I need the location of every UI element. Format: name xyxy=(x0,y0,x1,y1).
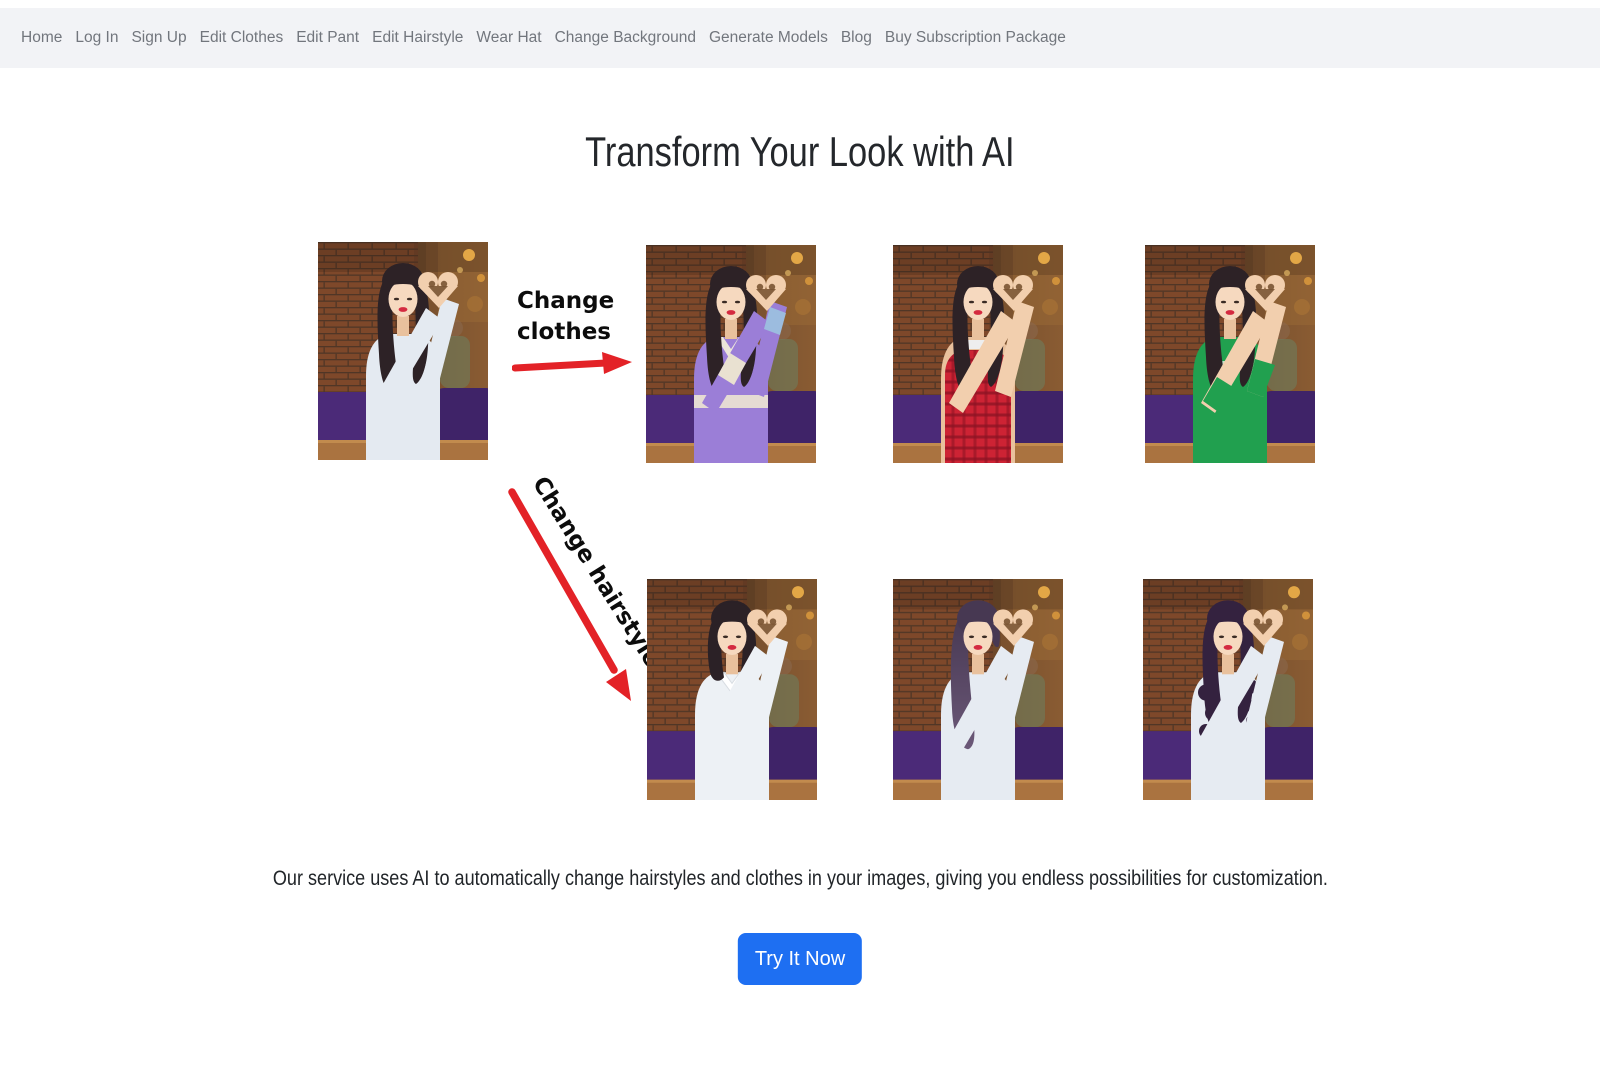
page-title-text: Transform Your Look with AI xyxy=(585,128,1014,176)
nav-item-edit-pant[interactable]: Edit Pant xyxy=(296,30,359,46)
try-it-now-button[interactable]: Try It Now xyxy=(738,933,862,985)
nav-item-blog[interactable]: Blog xyxy=(841,30,872,46)
change-clothes-label: Change clothes xyxy=(517,286,617,348)
photo-hairstyle-wavy xyxy=(1143,579,1313,800)
photo-clothes-green-tshirt xyxy=(1145,245,1315,463)
change-hairstyles-arrow-icon xyxy=(502,486,642,718)
nav-item-edit-clothes[interactable]: Edit Clothes xyxy=(200,30,284,46)
nav-item-buy-subscription-package[interactable]: Buy Subscription Package xyxy=(885,30,1066,46)
landing-page: Home Log In Sign Up Edit Clothes Edit Pant Ed… xyxy=(0,0,1600,1080)
photo-clothes-purple-hanbok xyxy=(646,245,816,463)
photo-hairstyle-long-ombre xyxy=(893,579,1063,800)
nav-item-home[interactable]: Home xyxy=(21,30,62,46)
photo-clothes-red-plaid xyxy=(893,245,1063,463)
nav-item-generate-models[interactable]: Generate Models xyxy=(709,30,828,46)
nav-item-log-in[interactable]: Log In xyxy=(75,30,118,46)
nav-item-edit-hairstyle[interactable]: Edit Hairstyle xyxy=(372,30,463,46)
photo-hairstyle-short-bob xyxy=(647,579,817,800)
photo-original xyxy=(318,242,488,460)
change-clothes-arrow-icon xyxy=(512,350,634,378)
service-description-text: Our service uses AI to automatically cha… xyxy=(272,864,1327,893)
nav-item-sign-up[interactable]: Sign Up xyxy=(131,30,186,46)
page-title: Transform Your Look with AI xyxy=(0,128,1600,176)
nav-item-wear-hat[interactable]: Wear Hat xyxy=(476,30,541,46)
nav-item-change-background[interactable]: Change Background xyxy=(555,30,696,46)
top-navbar: Home Log In Sign Up Edit Clothes Edit Pant Ed… xyxy=(0,8,1600,68)
service-description: Our service uses AI to automatically cha… xyxy=(0,864,1600,893)
